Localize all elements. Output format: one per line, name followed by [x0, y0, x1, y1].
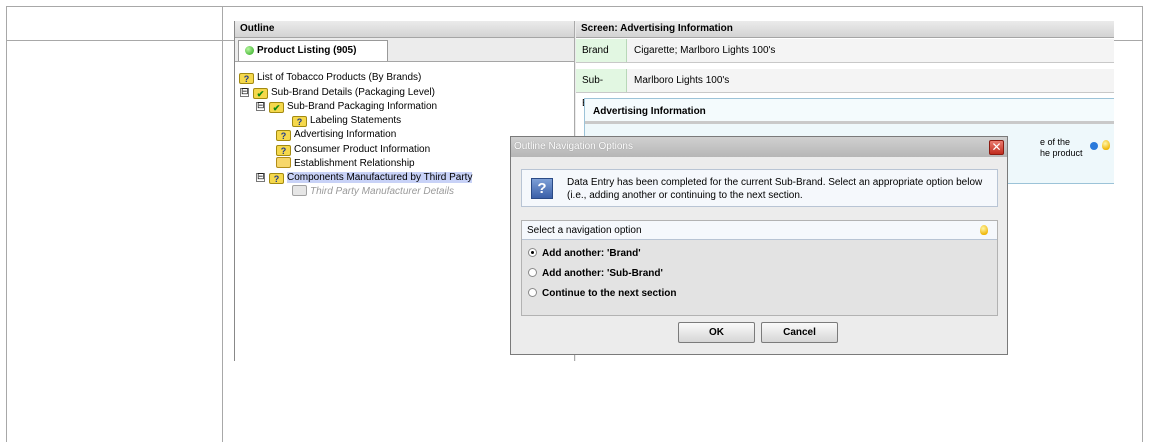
gray-folder-icon: [292, 185, 307, 196]
tree-node-disabled: Third Party Manufacturer Details: [292, 185, 454, 198]
tab-label: Product Listing (905): [257, 45, 357, 56]
message-box: ? Data Entry has been completed for the …: [521, 169, 998, 207]
green-status-icon: [245, 46, 254, 55]
tree-node[interactable]: ? Labeling Statements: [292, 114, 401, 127]
sub-brand-row: Sub-Brand Marlboro Lights 100's: [576, 69, 1114, 109]
tab-product-listing[interactable]: Product Listing (905): [238, 40, 388, 61]
outline-tab-row: Product Listing (905): [235, 38, 574, 62]
blue-status-icon: [1090, 142, 1098, 150]
folder-icon: [276, 157, 291, 168]
collapse-icon[interactable]: ⊟: [240, 88, 249, 97]
screen-header: Screen: Advertising Information: [576, 21, 1114, 38]
ok-button[interactable]: OK: [678, 322, 755, 343]
question-icon: ?: [531, 178, 553, 199]
sub-brand-label: Sub-Brand: [576, 69, 627, 109]
navigation-option-group: Select a navigation option Add another: …: [521, 220, 998, 316]
close-icon[interactable]: ✕: [989, 140, 1004, 155]
radio-selected[interactable]: [528, 248, 537, 257]
question-icon: ?: [269, 173, 284, 184]
brand-row: Brand Cigarette; Marlboro Lights 100's: [576, 39, 1114, 63]
check-folder-icon: ✔: [269, 102, 284, 113]
option-add-brand[interactable]: Add another: 'Brand': [528, 247, 641, 261]
radio-unselected[interactable]: [528, 268, 537, 277]
tree-node[interactable]: ? Advertising Information: [276, 128, 396, 141]
navigation-header: Select a navigation option: [522, 221, 997, 240]
collapse-icon[interactable]: ⊟: [256, 173, 265, 182]
column-divider: [222, 6, 223, 442]
radio-unselected[interactable]: [528, 288, 537, 297]
tree-node[interactable]: ? Consumer Product Information: [276, 143, 430, 156]
tree-node[interactable]: ✔ Sub-Brand Packaging Information: [269, 100, 437, 113]
question-folder-icon: ?: [239, 73, 254, 84]
dialog-title: Outline Navigation Options: [511, 137, 1007, 157]
tree-node[interactable]: ✔ Sub-Brand Details (Packaging Level): [253, 86, 435, 99]
dialog-message: Data Entry has been completed for the cu…: [567, 177, 983, 201]
option-continue[interactable]: Continue to the next section: [528, 287, 676, 301]
check-folder-icon: ✔: [253, 88, 268, 99]
sub-brand-value[interactable]: Marlboro Lights 100's: [634, 69, 729, 92]
question-icon: ?: [276, 130, 291, 141]
question-icon: ?: [276, 145, 291, 156]
tree-node[interactable]: Establishment Relationship: [276, 157, 415, 170]
section-partial-text: e of the he product: [1040, 137, 1083, 158]
question-icon: ?: [292, 116, 307, 127]
collapse-icon[interactable]: ⊟: [256, 102, 265, 111]
tree-node-selected[interactable]: ? Components Manufactured by Third Party: [269, 171, 473, 184]
navigation-options-dialog: Outline Navigation Options ✕ ? Data Entr…: [510, 136, 1008, 355]
brand-value[interactable]: Cigarette; Marlboro Lights 100's: [634, 39, 775, 62]
brand-label: Brand: [576, 39, 627, 62]
cancel-button[interactable]: Cancel: [761, 322, 838, 343]
lightbulb-icon[interactable]: [980, 225, 988, 235]
outline-header: Outline: [235, 21, 574, 38]
tree-node[interactable]: ? List of Tobacco Products (By Brands): [239, 71, 421, 84]
option-add-sub-brand[interactable]: Add another: 'Sub-Brand': [528, 267, 663, 281]
lightbulb-icon[interactable]: [1102, 140, 1110, 150]
section-title: Advertising Information: [585, 99, 1114, 124]
